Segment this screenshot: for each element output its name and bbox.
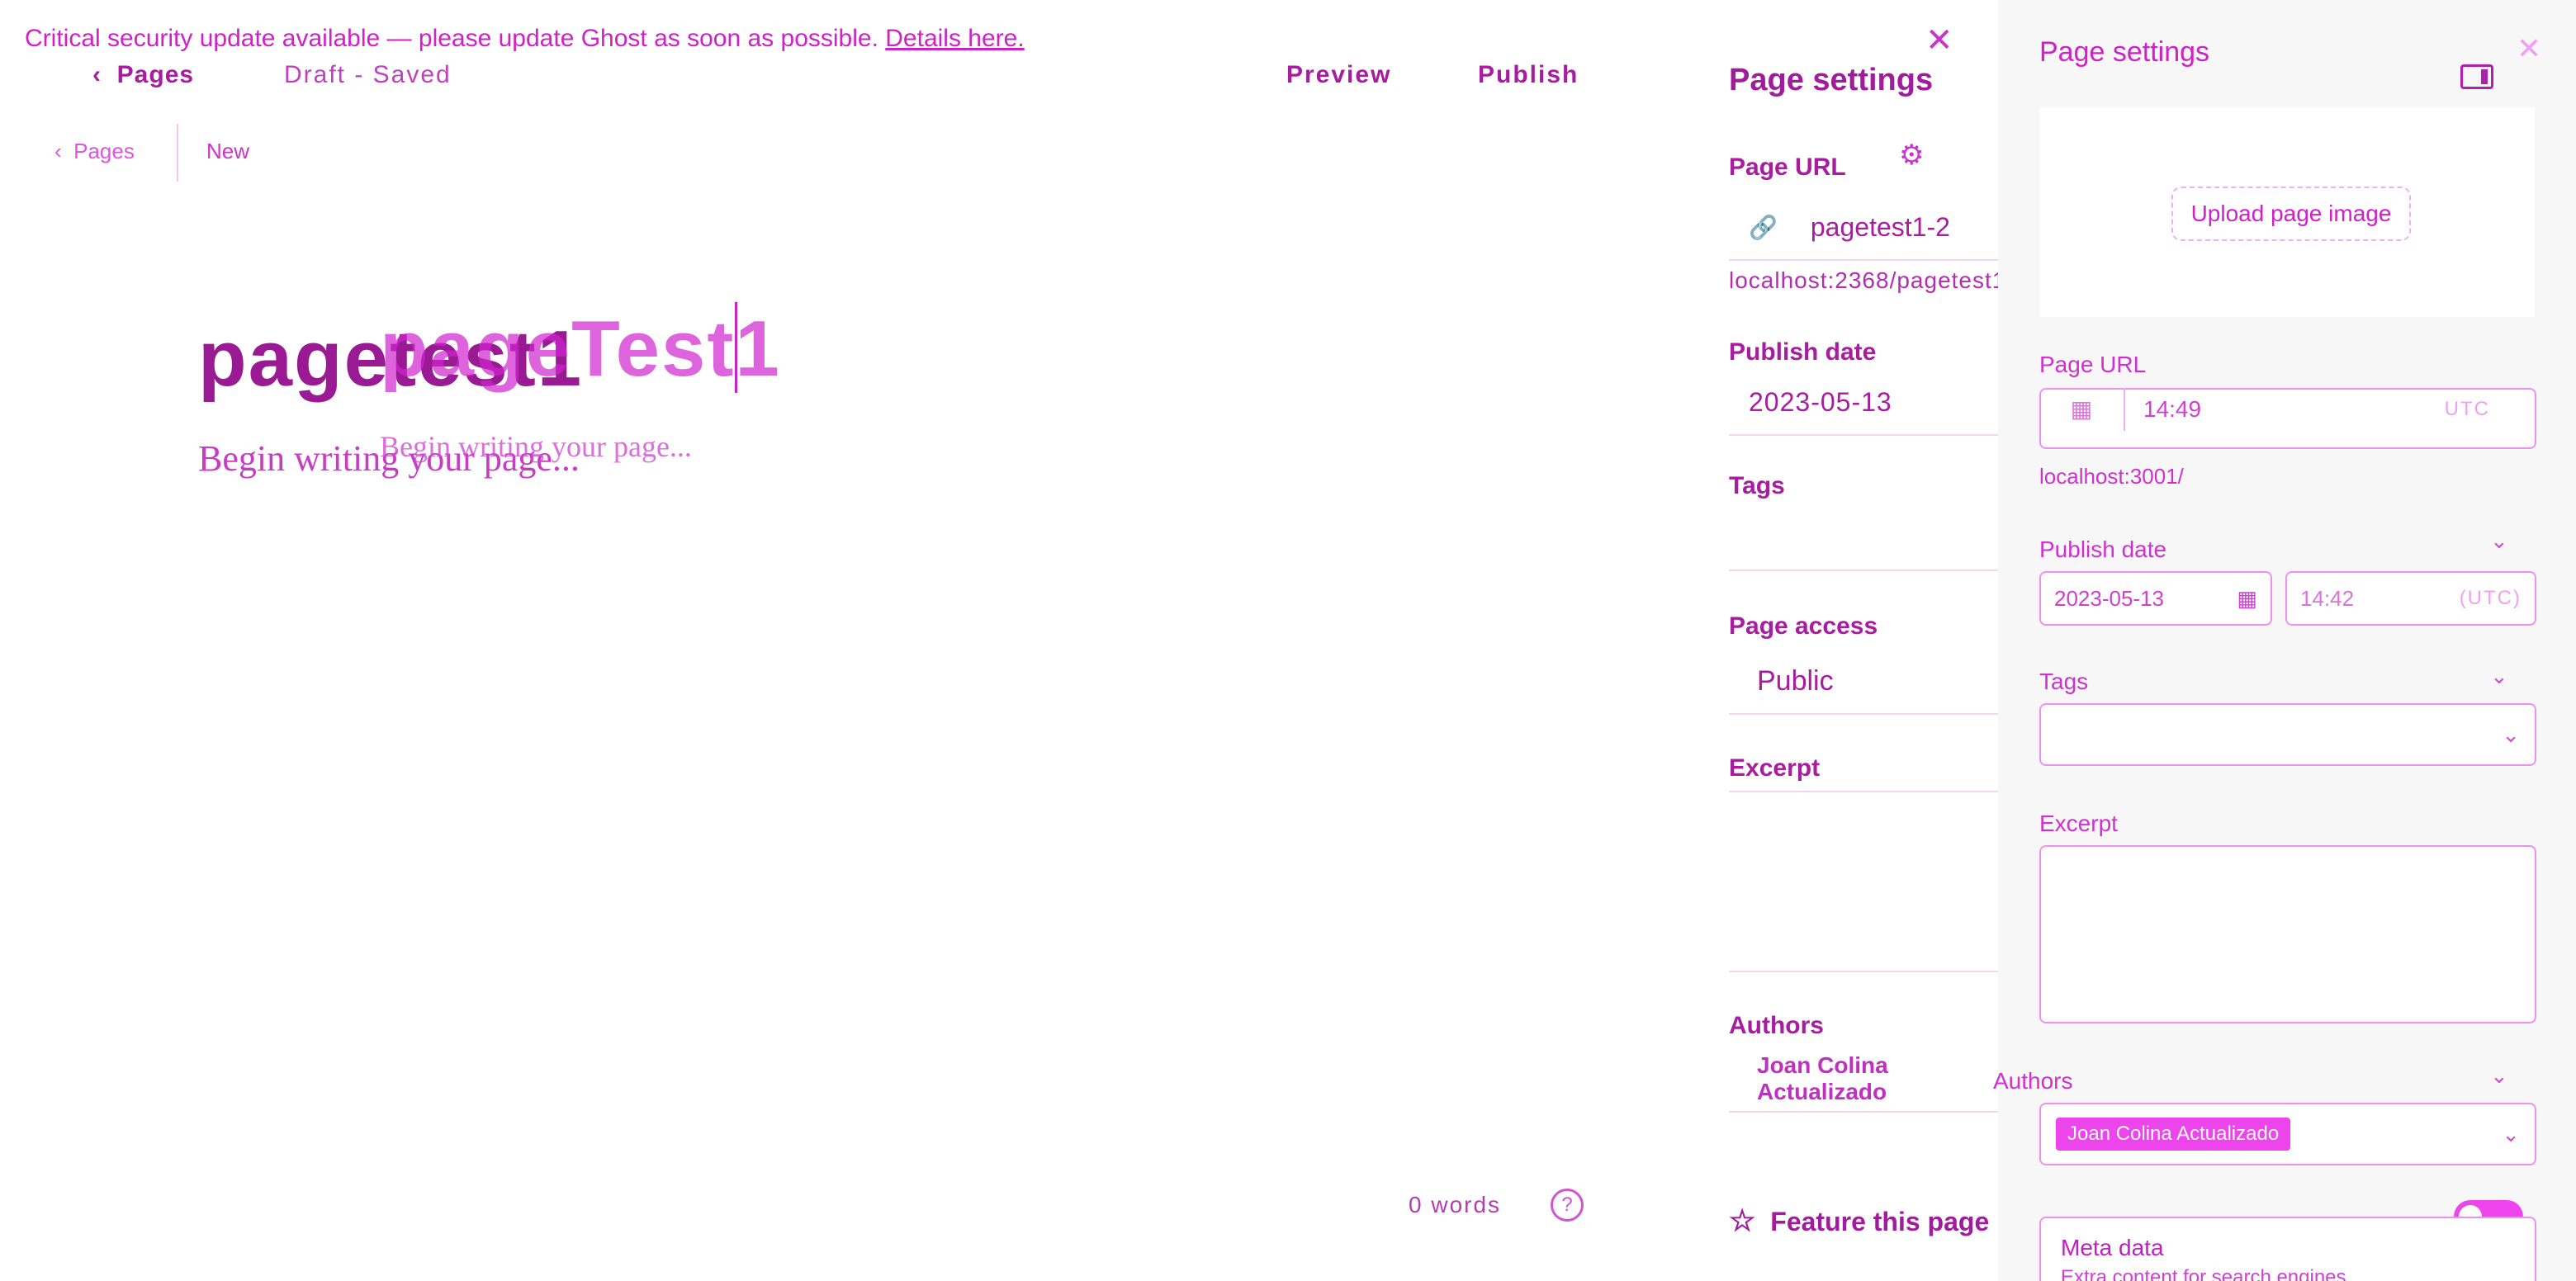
breadcrumb-divider (177, 124, 178, 182)
word-count: 0 words (1409, 1192, 1502, 1217)
calendar-icon: ▦ (2237, 585, 2257, 611)
star-icon: ☆ (1729, 1203, 1756, 1237)
meta-data-item[interactable]: Meta data Extra content for search engin… (2039, 1217, 2536, 1281)
tags-label: Tags (1729, 472, 1785, 499)
excerpt-label: Excerpt (1729, 754, 1821, 782)
overlay-excerpt-field[interactable] (2039, 845, 2536, 1023)
overlay-authors-label: Authors (1993, 1068, 2073, 1094)
overlay-publish-date-value: 2023-05-13 (2054, 585, 2164, 611)
gear-icon[interactable]: ⚙ (1899, 139, 1924, 172)
overlay-publish-timezone: (UTC) (2459, 587, 2522, 609)
page-url-field[interactable]: 🔗 pagetest1-2 (1729, 195, 2001, 261)
meta-data-title: Meta data (2061, 1235, 2164, 1260)
chevron-left-icon: ‹ (92, 61, 117, 88)
publish-date-value: 2023-05-13 (1749, 386, 1892, 417)
overlay-authors-field[interactable]: Joan Colina Actualizado ⌄ (2039, 1103, 2536, 1165)
page-access-select[interactable]: Public (1729, 649, 2001, 715)
breadcrumb-pages-label: Pages (73, 139, 135, 163)
chevron-down-icon[interactable]: ⌄ (2490, 1063, 2508, 1089)
authors-label: Authors (1729, 1012, 1824, 1039)
authors-field[interactable]: Joan Colina Actualizado (1729, 1047, 2001, 1113)
back-label: Pages (116, 61, 195, 88)
page-url-hint: localhost:2368/pagetest1-2/ (1729, 267, 2036, 293)
question-icon[interactable]: ? (1551, 1189, 1584, 1222)
page-access-value: Public (1757, 664, 1834, 697)
upload-image-button[interactable]: Upload page image (2171, 187, 2411, 241)
overlay-time-value: 14:49 (2143, 396, 2202, 422)
details-link[interactable]: Details here. (885, 25, 1024, 52)
overlay-publish-date-label: Publish date (2039, 537, 2167, 562)
body-placeholder-overlay: Begin writing your page... (380, 430, 692, 463)
tags-field[interactable] (1729, 505, 2001, 571)
overlay-publish-time-field[interactable]: 14:42 (UTC) (2285, 571, 2536, 626)
chevron-left-icon: ‹ (54, 139, 74, 163)
text-caret (735, 302, 737, 393)
overlay-publish-date-field[interactable]: 2023-05-13 ▦ (2039, 571, 2272, 626)
page-title-overlay: pageTest1 (380, 305, 781, 393)
overlay-page-url-label: Page URL (2039, 352, 2147, 377)
close-icon[interactable]: ✕ (1925, 21, 1953, 59)
feature-label: Feature this page (1770, 1207, 1990, 1236)
overlay-url-hint: localhost:3001/ (2039, 464, 2184, 489)
close-icon[interactable]: ✕ (2517, 31, 2541, 66)
excerpt-field[interactable] (1729, 791, 2001, 972)
chevron-down-icon[interactable]: ⌄ (2490, 528, 2508, 554)
publish-date-field[interactable]: 2023-05-13 (1729, 370, 2001, 436)
overlay-tags-field[interactable]: ⌄ (2039, 703, 2536, 766)
page-access-label: Page access (1729, 612, 1878, 640)
page-url-value: pagetest1-2 (1810, 211, 1950, 242)
overlay-timezone: UTC (2444, 398, 2490, 420)
security-banner-text: Critical security update available — ple… (25, 25, 878, 52)
overlay-excerpt-label: Excerpt (2039, 811, 2118, 836)
feature-page-toggle-row[interactable]: ☆ Feature this page (1729, 1203, 1989, 1238)
preview-button[interactable]: Preview (1286, 61, 1391, 89)
publish-date-label: Publish date (1729, 338, 1877, 366)
publish-button[interactable]: Publish (1478, 61, 1579, 89)
sidebar-toggle-icon[interactable] (2460, 64, 2493, 89)
chevron-down-icon: ⌄ (2502, 721, 2520, 747)
back-to-pages-link[interactable]: ‹ Pages (92, 61, 194, 89)
overlay-tags-label: Tags (2039, 669, 2089, 694)
settings-overlay-title: Page settings (2039, 36, 2210, 68)
link-icon: 🔗 (1749, 214, 1778, 240)
settings-title: Page settings (1729, 63, 1934, 97)
meta-data-subtitle: Extra content for search engines (2061, 1266, 2346, 1281)
security-banner: Critical security update available — ple… (25, 25, 1025, 53)
breadcrumb-pages[interactable]: ‹ Pages (54, 139, 135, 164)
chevron-down-icon[interactable]: ⌄ (2490, 664, 2508, 689)
calendar-icon[interactable]: ▦ (2039, 388, 2125, 431)
authors-value: Joan Colina Actualizado (1757, 1052, 1888, 1104)
overlay-publish-time-value: 14:42 (2300, 585, 2355, 611)
author-chip[interactable]: Joan Colina Actualizado (2056, 1118, 2291, 1151)
page-url-label: Page URL (1729, 154, 1846, 181)
draft-status: Draft - Saved (284, 61, 452, 88)
overlay-time-field[interactable]: 14:49 UTC (2127, 388, 2523, 431)
chevron-down-icon: ⌄ (2502, 1121, 2520, 1146)
breadcrumb-new: New (206, 139, 250, 163)
